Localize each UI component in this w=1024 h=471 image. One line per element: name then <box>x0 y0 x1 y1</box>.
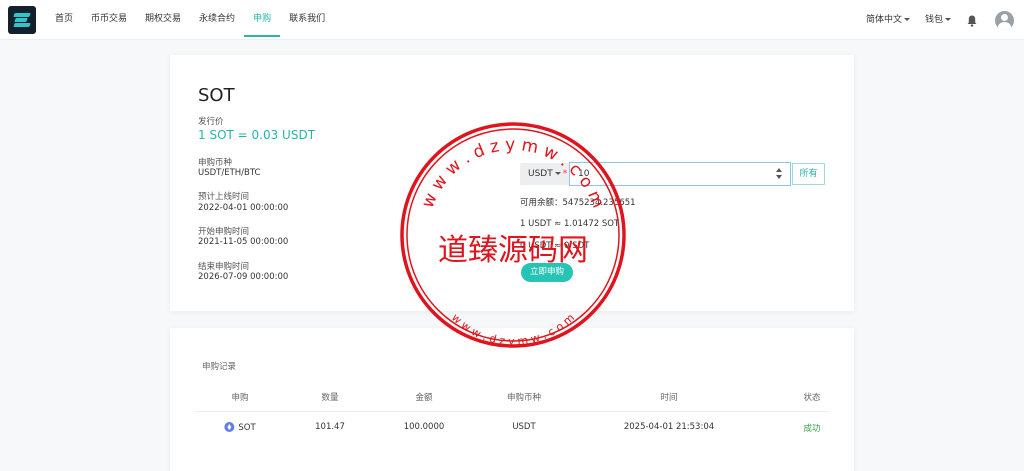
main-nav: 首页 币币交易 期权交易 永续合约 申购 联系我们 <box>46 0 334 40</box>
table-cell-quantity: 101.47 <box>315 422 345 432</box>
wallet-dropdown[interactable]: 钱包 <box>925 0 952 40</box>
records-title: 申购记录 <box>202 362 237 372</box>
user-avatar[interactable] <box>995 11 1014 30</box>
nav-home[interactable]: 首页 <box>46 0 82 40</box>
table-cell-coin: SOT <box>224 422 256 433</box>
currency-select-value: USDT <box>528 169 553 179</box>
required-marker: * <box>562 169 568 179</box>
price-label: 发行价 <box>198 117 224 127</box>
amount-input[interactable]: 10 <box>569 162 791 186</box>
table-cell-amount: 100.0000 <box>403 422 445 432</box>
start-time-value: 2021-11-05 00:00:00 <box>198 237 289 247</box>
start-time-label: 开始申购时间 <box>198 227 250 237</box>
subscribe-now-button[interactable]: 立即申购 <box>521 263 573 282</box>
column-header: 状态 <box>803 393 821 403</box>
currencies-value: USDT/ETH/BTC <box>198 168 261 178</box>
nav-options-trading[interactable]: 期权交易 <box>136 0 190 40</box>
currency-select[interactable]: USDT * <box>520 163 570 185</box>
table-divider <box>194 411 830 412</box>
coin-title: SOT <box>198 85 235 106</box>
exchange-rate: 1 USDT ≈ 1.01472 SOT <box>520 219 620 229</box>
listing-time-label: 预计上线时间 <box>198 192 250 202</box>
chevron-down-icon <box>945 18 952 21</box>
records-card: 申购记录 申购 数量 金额 申购币种 时间 状态 SOT 101.47 100.… <box>170 328 854 471</box>
listing-time-value: 2022-04-01 00:00:00 <box>198 203 289 213</box>
chevron-down-icon <box>904 18 911 21</box>
wallet-label: 钱包 <box>925 15 944 25</box>
column-header: 申购币种 <box>506 393 542 403</box>
nav-perpetual[interactable]: 永续合约 <box>190 0 244 40</box>
amount-input-value: 10 <box>578 169 590 179</box>
estimated-amount: 0 USDT ≈ 0 SOT <box>520 241 590 251</box>
all-button[interactable]: 所有 <box>792 163 825 185</box>
nav-spot-trading[interactable]: 币币交易 <box>82 0 136 40</box>
language-dropdown[interactable]: 简体中文 <box>866 0 911 40</box>
column-header: 时间 <box>660 393 678 403</box>
column-header: 金额 <box>415 393 433 403</box>
table-cell-time: 2025-04-01 21:53:04 <box>623 422 715 432</box>
column-header: 申购 <box>231 393 249 403</box>
language-label: 简体中文 <box>866 15 903 25</box>
currencies-label: 申购币种 <box>198 158 233 168</box>
subscription-card: SOT 发行价 1 SOT = 0.03 USDT 申购币种 USDT/ETH/… <box>170 55 854 311</box>
number-stepper-icon[interactable] <box>776 168 782 180</box>
nav-contact[interactable]: 联系我们 <box>280 0 334 40</box>
end-time-value: 2026-07-09 00:00:00 <box>198 272 289 282</box>
table-cell-currency: USDT <box>512 422 536 432</box>
top-navbar: 首页 币币交易 期权交易 永续合约 申购 联系我们 简体中文 钱包 <box>0 0 1024 40</box>
nav-subscription[interactable]: 申购 <box>244 0 281 40</box>
bell-icon[interactable] <box>967 15 977 27</box>
logo[interactable] <box>8 6 36 34</box>
chevron-down-icon <box>554 172 561 175</box>
ethereum-icon <box>224 422 235 432</box>
column-header: 数量 <box>321 393 339 403</box>
available-balance: 可用余额：5475234.235651 <box>520 198 636 208</box>
table-cell-status: 成功 <box>803 424 821 434</box>
coin-name: SOT <box>238 423 256 433</box>
issue-price: 1 SOT = 0.03 USDT <box>198 128 316 142</box>
end-time-label: 结束申购时间 <box>198 262 250 272</box>
